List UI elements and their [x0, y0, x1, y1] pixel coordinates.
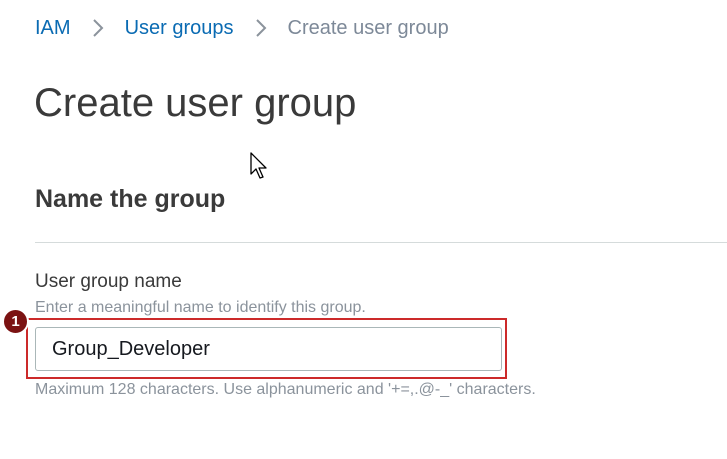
user-group-name-input[interactable]	[35, 327, 502, 371]
breadcrumb: IAM User groups Create user group	[35, 14, 449, 42]
mouse-pointer-icon	[250, 152, 267, 179]
user-group-name-label: User group name	[35, 271, 182, 292]
breadcrumb-link-iam[interactable]: IAM	[35, 17, 71, 40]
page-title: Create user group	[34, 81, 357, 125]
breadcrumb-link-user-groups[interactable]: User groups	[125, 17, 234, 40]
user-group-name-description: Enter a meaningful name to identify this…	[35, 299, 366, 316]
user-group-name-constraint: Maximum 128 characters. Use alphanumeric…	[35, 381, 536, 398]
chevron-right-icon	[234, 14, 288, 42]
breadcrumb-current: Create user group	[287, 16, 449, 39]
chevron-right-icon	[71, 14, 125, 42]
step-number-badge: 1	[2, 308, 29, 335]
section-title: Name the group	[35, 185, 226, 213]
section-divider	[35, 242, 727, 243]
